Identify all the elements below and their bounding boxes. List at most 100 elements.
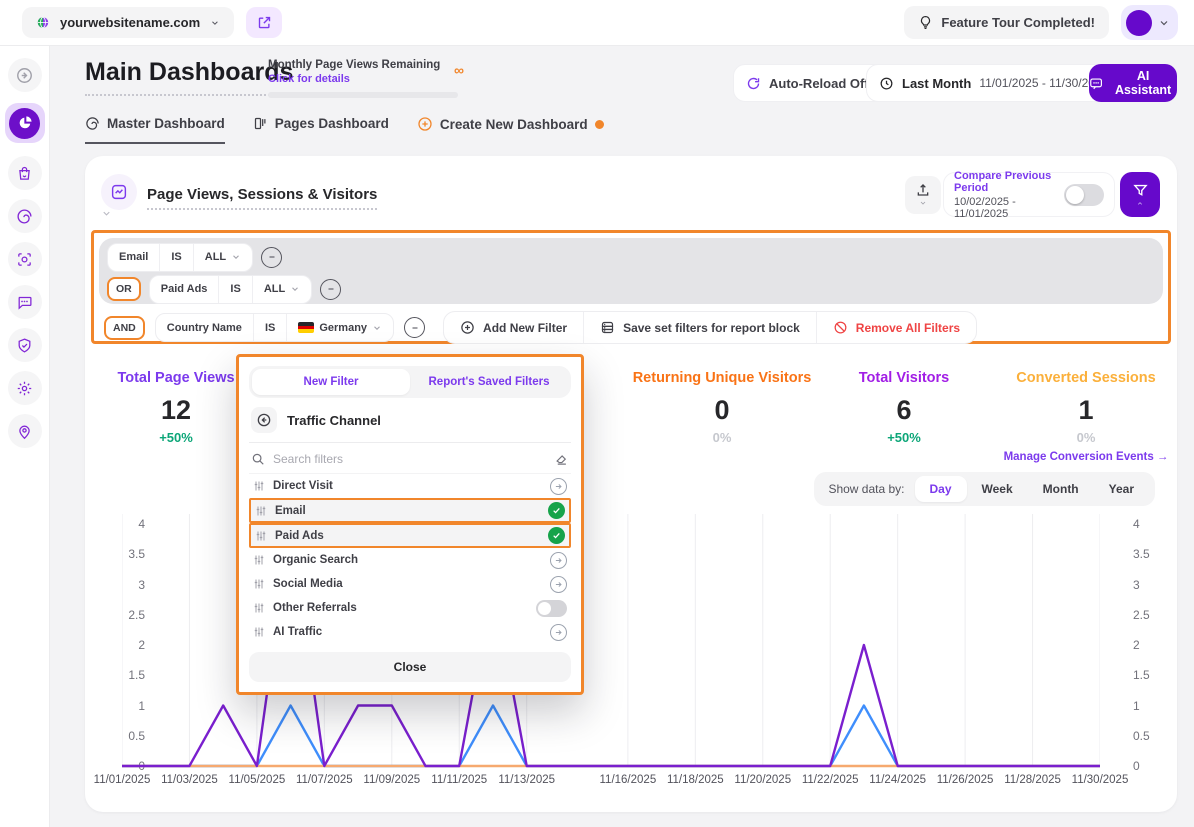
operator-chip[interactable]: OR xyxy=(107,277,141,301)
tab-pages-dashboard[interactable]: Pages Dashboard xyxy=(253,116,389,142)
add-new-filter-button[interactable]: Add New Filter xyxy=(444,312,583,343)
arrow-right-circle-icon xyxy=(15,66,34,85)
save-filters-button[interactable]: Save set filters for report block xyxy=(583,312,816,343)
filter-value-dropdown[interactable]: Germany xyxy=(286,314,393,341)
granularity-week[interactable]: Week xyxy=(967,476,1028,502)
filter-section: Email IS ALL OR Paid Ads xyxy=(91,230,1171,344)
chevron-down-icon xyxy=(210,17,220,29)
sidebar-nav xyxy=(0,46,50,827)
check-circle-icon[interactable] xyxy=(548,502,565,519)
arrow-right-circle-icon[interactable] xyxy=(550,624,567,641)
drag-handle-icon[interactable] xyxy=(255,530,267,542)
search-icon xyxy=(251,452,265,466)
remove-all-filters-button[interactable]: Remove All Filters xyxy=(816,312,976,343)
feature-tour-button[interactable]: Feature Tour Completed! xyxy=(904,6,1109,39)
open-website-button[interactable] xyxy=(246,7,282,38)
tab-new-filter[interactable]: New Filter xyxy=(252,369,410,395)
chevron-down-icon xyxy=(101,208,112,219)
ai-assistant-button[interactable]: AI Assistant xyxy=(1089,64,1177,102)
filter-value-dropdown[interactable]: ALL xyxy=(193,244,252,271)
sidebar-item-privacy[interactable] xyxy=(8,328,42,362)
sidebar-item-dashboards[interactable] xyxy=(5,103,45,143)
arrow-right-circle-icon[interactable] xyxy=(550,576,567,593)
granularity-day[interactable]: Day xyxy=(915,476,967,502)
check-circle-icon[interactable] xyxy=(548,527,565,544)
drag-handle-icon[interactable] xyxy=(253,554,265,566)
sidebar-collapse-button[interactable] xyxy=(8,58,42,92)
sidebar-item-location[interactable] xyxy=(8,414,42,448)
drag-handle-icon[interactable] xyxy=(253,578,265,590)
stat-label: Returning Unique Visitors xyxy=(631,370,813,386)
filter-field[interactable]: Email xyxy=(108,244,159,271)
remove-all-filters-label: Remove All Filters xyxy=(856,321,960,335)
account-menu[interactable] xyxy=(1121,5,1178,40)
granularity-year[interactable]: Year xyxy=(1094,476,1149,502)
y-axis-left: 00.511.522.533.54 xyxy=(89,514,117,770)
sidebar-item-recordings[interactable] xyxy=(8,242,42,276)
sidebar-item-sessions[interactable] xyxy=(8,199,42,233)
filter-condition[interactable]: IS xyxy=(218,276,251,303)
pages-icon xyxy=(253,116,268,131)
drag-handle-icon[interactable] xyxy=(253,602,265,614)
x-axis-label: 11/05/2025 xyxy=(229,774,286,786)
filter-field[interactable]: Paid Ads xyxy=(150,276,219,303)
filter-item-email[interactable]: Email xyxy=(249,498,571,523)
filter-item-paid-ads[interactable]: Paid Ads xyxy=(249,523,571,548)
show-data-by-label: Show data by: xyxy=(828,482,904,496)
filter-item-label: Social Media xyxy=(273,578,542,590)
filter-item-organic-search[interactable]: Organic Search xyxy=(249,548,571,572)
eraser-icon[interactable] xyxy=(554,451,569,466)
search-filters-input[interactable] xyxy=(273,452,546,466)
x-axis-label: 11/07/2025 xyxy=(296,774,353,786)
pie-chart-icon xyxy=(17,115,33,131)
x-axis-label: 11/18/2025 xyxy=(667,774,724,786)
export-button[interactable] xyxy=(905,176,941,214)
sidebar-item-feedback[interactable] xyxy=(8,285,42,319)
tab-label: Pages Dashboard xyxy=(275,116,389,131)
filter-condition[interactable]: IS xyxy=(159,244,192,271)
operator-chip[interactable]: AND xyxy=(104,316,145,340)
tab-create-new-dashboard[interactable]: Create New Dashboard xyxy=(417,116,604,143)
compare-previous-period: Compare Previous Period 10/02/2025 - 11/… xyxy=(943,172,1115,217)
show-data-by: Show data by: Day Week Month Year xyxy=(814,472,1155,506)
drag-handle-icon[interactable] xyxy=(253,480,265,492)
filter-item-label: Other Referrals xyxy=(273,602,528,614)
drag-handle-icon[interactable] xyxy=(253,626,265,638)
filter-item-ai-traffic[interactable]: AI Traffic xyxy=(249,620,571,644)
report-icon-button[interactable] xyxy=(101,174,139,219)
granularity-month[interactable]: Month xyxy=(1028,476,1094,502)
popup-tabs: New Filter Report's Saved Filters xyxy=(249,366,571,398)
quota-details-link[interactable]: Click for details xyxy=(268,73,440,85)
filter-value-dropdown[interactable]: ALL xyxy=(252,276,311,303)
filter-field[interactable]: Country Name xyxy=(156,314,253,341)
filter-item-direct-visit[interactable]: Direct Visit xyxy=(249,474,571,498)
minus-icon xyxy=(326,284,336,294)
quota-widget[interactable]: Monthly Page Views Remaining Click for d… xyxy=(268,59,464,98)
arrow-right-circle-icon[interactable] xyxy=(550,552,567,569)
filters-panel-button[interactable] xyxy=(1120,172,1160,217)
remove-filter-button[interactable] xyxy=(320,279,341,300)
drag-handle-icon[interactable] xyxy=(255,505,267,517)
x-axis-label: 11/16/2025 xyxy=(600,774,657,786)
website-selector[interactable]: yourwebsitename.com xyxy=(22,7,234,38)
tab-reports-saved-filters[interactable]: Report's Saved Filters xyxy=(410,369,568,395)
filter-condition[interactable]: IS xyxy=(253,314,286,341)
manage-conversion-events-link[interactable]: Manage Conversion Events → xyxy=(995,451,1177,463)
filter-item-other-referrals[interactable]: Other Referrals xyxy=(249,596,571,620)
compare-toggle[interactable] xyxy=(1064,184,1104,206)
back-button[interactable] xyxy=(251,407,277,433)
plus-circle-icon xyxy=(460,320,475,335)
stat-value: 1 xyxy=(995,395,1177,426)
tab-master-dashboard[interactable]: Master Dashboard xyxy=(85,116,225,144)
close-button[interactable]: Close xyxy=(249,652,571,682)
filter-item-social-media[interactable]: Social Media xyxy=(249,572,571,596)
remove-filter-button[interactable] xyxy=(261,247,282,268)
remove-filter-button[interactable] xyxy=(404,317,425,338)
sidebar-item-settings[interactable] xyxy=(8,371,42,405)
tab-label: Master Dashboard xyxy=(107,116,225,131)
stat-delta: 0% xyxy=(995,430,1177,445)
arrow-right-circle-icon[interactable] xyxy=(550,478,567,495)
save-icon xyxy=(600,320,615,335)
toggle-off[interactable] xyxy=(536,600,567,617)
sidebar-item-ecommerce[interactable] xyxy=(8,156,42,190)
